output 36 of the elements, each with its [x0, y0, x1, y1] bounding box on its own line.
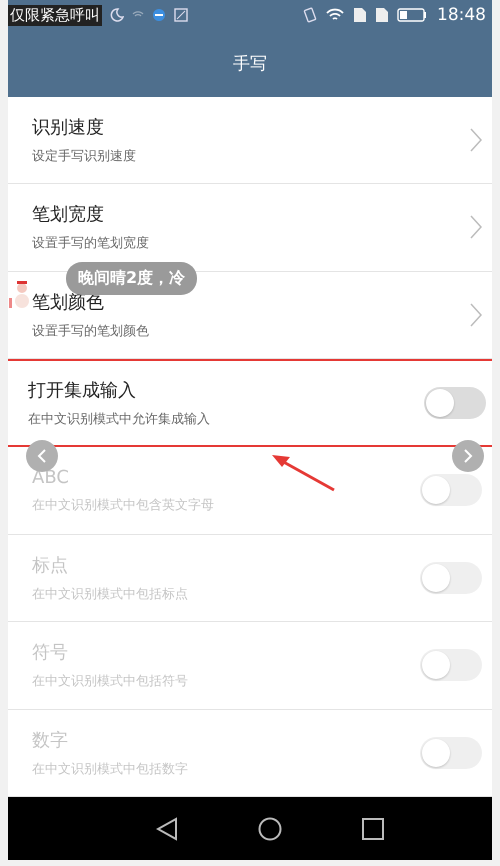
carrier-text: 仅限紧急呼叫	[8, 4, 102, 26]
vibrate-icon	[303, 7, 317, 23]
setting-description: 设置手写的笔划颜色	[32, 323, 149, 340]
pointer-arrow	[270, 452, 336, 492]
setting-description: 设置手写的笔划宽度	[32, 235, 149, 252]
setting-description: 在中文识别模式中包括符号	[32, 673, 188, 690]
sim-icon	[375, 7, 389, 23]
battery-icon	[397, 8, 427, 22]
setting-description: 在中文识别模式中允许集成输入	[28, 410, 210, 428]
back-icon[interactable]	[156, 816, 178, 841]
setting-title: 符号	[32, 641, 68, 664]
recent-apps-icon[interactable]	[362, 818, 384, 840]
setting-description: 设定手写识别速度	[32, 148, 136, 165]
toggle-switch[interactable]	[424, 386, 486, 419]
image-icon	[174, 8, 188, 22]
setting-title: 识别速度	[32, 116, 104, 139]
screen-title: 手写	[233, 52, 267, 75]
setting-title: 笔划宽度	[32, 203, 104, 226]
setting-title: 数字	[32, 729, 68, 752]
chevron-right-icon	[463, 449, 473, 463]
setting-description: 在中文识别模式中包括标点	[32, 586, 188, 603]
next-button[interactable]	[452, 440, 484, 472]
setting-description: 在中文识别模式中包含英文字母	[32, 496, 214, 514]
chevron-right-icon	[470, 303, 482, 328]
chevron-right-icon	[470, 215, 482, 240]
moon-icon	[110, 8, 124, 22]
snowman-icon	[8, 280, 30, 310]
chevron-right-icon	[470, 128, 482, 152]
home-icon[interactable]	[258, 816, 282, 841]
sim-icon	[353, 7, 367, 23]
setting-description: 在中文识别模式中包括数字	[32, 761, 188, 778]
setting-title: 标点	[32, 554, 68, 577]
chevron-left-icon	[37, 449, 47, 463]
setting-title: 打开集成输入	[28, 378, 136, 402]
setting-title: ABC	[32, 466, 69, 488]
clock-text: 18:48	[437, 5, 486, 25]
